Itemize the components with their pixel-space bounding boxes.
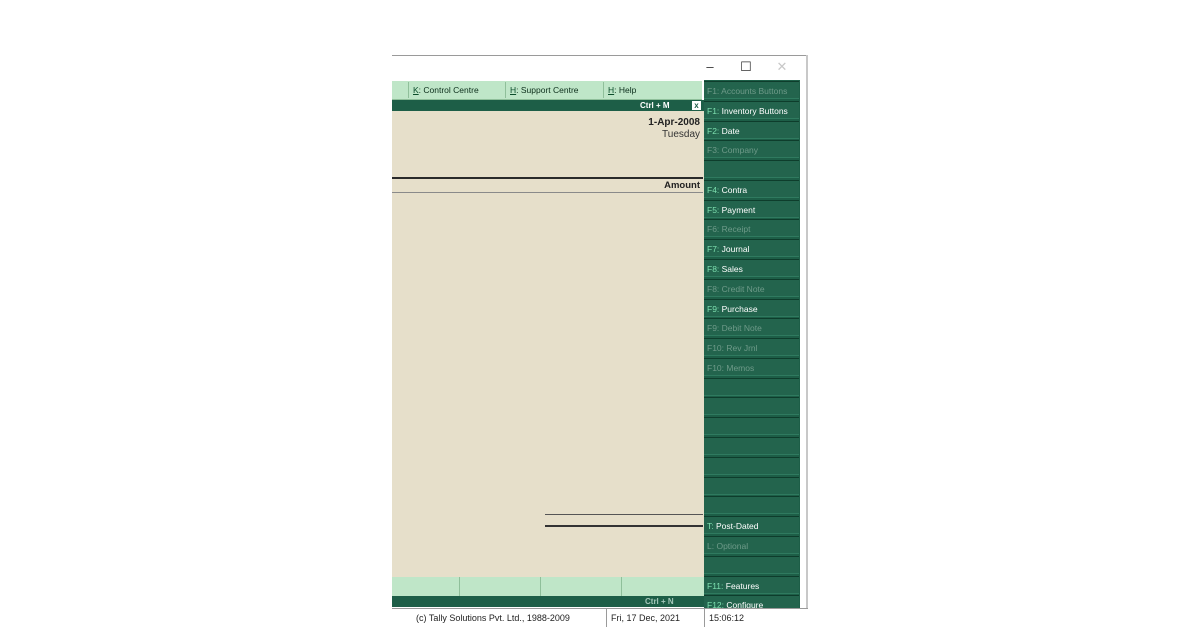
- side-button-empty: [704, 556, 799, 574]
- side-button-key: F5:: [707, 205, 720, 215]
- side-button-credit-note[interactable]: F8: Credit Note: [704, 279, 799, 297]
- button-separator: [621, 577, 622, 596]
- side-button-empty: [704, 397, 799, 415]
- divider: [392, 177, 703, 179]
- side-button-key: F9:: [707, 304, 720, 314]
- voucher-date[interactable]: 1-Apr-2008: [648, 117, 700, 128]
- side-button-empty: [704, 417, 799, 435]
- side-button-label: Journal: [719, 244, 750, 254]
- side-button-empty: [704, 160, 799, 178]
- button-separator: [540, 577, 541, 596]
- side-button-label: Post-Dated: [713, 521, 759, 531]
- side-button-sales[interactable]: F8: Sales: [704, 259, 799, 277]
- main-panel: [392, 111, 704, 577]
- side-button-empty: [704, 437, 799, 455]
- side-button-key: F1:: [707, 106, 720, 116]
- side-button-accounts-buttons[interactable]: F1: Accounts Buttons: [704, 81, 799, 99]
- side-button-key: F4:: [707, 185, 720, 195]
- menu-separator: [408, 82, 409, 98]
- side-button-label: Contra: [719, 185, 748, 195]
- side-button-empty: [704, 496, 799, 514]
- window-top-border: [392, 55, 808, 56]
- status-date: Fri, 17 Dec, 2021: [611, 613, 681, 623]
- total-line: [545, 514, 703, 515]
- side-button-key: T:: [707, 521, 714, 531]
- side-button-label: Purchase: [719, 304, 758, 314]
- side-button-empty: [704, 457, 799, 475]
- side-button-label: Sales: [719, 264, 743, 274]
- side-button-key: F1:: [707, 86, 720, 96]
- side-button-empty: [704, 378, 799, 396]
- side-button-label: Debit Note: [719, 323, 762, 333]
- ctrl-m-shortcut[interactable]: Ctrl + M: [640, 100, 688, 111]
- side-button-receipt[interactable]: F6: Receipt: [704, 219, 799, 237]
- side-button-label: Receipt: [719, 224, 751, 234]
- side-button-payment[interactable]: F5: Payment: [704, 200, 799, 218]
- side-button-inventory-buttons[interactable]: F1: Inventory Buttons: [704, 101, 799, 119]
- side-button-features[interactable]: F11: Features: [704, 576, 799, 594]
- side-button-journal[interactable]: F7: Journal: [704, 239, 799, 257]
- minimize-button[interactable]: –: [698, 58, 722, 76]
- menu-separator: [505, 82, 506, 98]
- side-button-contra[interactable]: F4: Contra: [704, 180, 799, 198]
- menu-support-centre[interactable]: H: Support Centre: [510, 81, 579, 99]
- menu-separator: [603, 82, 604, 98]
- side-button-label: Payment: [719, 205, 756, 215]
- side-button-label: Date: [719, 126, 740, 136]
- side-button-label: Memos: [724, 363, 755, 373]
- divider: [392, 192, 703, 193]
- side-button-key: F10:: [707, 343, 725, 353]
- bottom-button-bar: [392, 577, 704, 596]
- side-button-debit-note[interactable]: F9: Debit Note: [704, 318, 799, 336]
- menu-label: : Help: [614, 85, 637, 95]
- close-icon[interactable]: x: [692, 101, 701, 110]
- side-button-label: Accounts Buttons: [719, 86, 788, 96]
- side-button-label: Credit Note: [719, 284, 765, 294]
- side-button-key: F3:: [707, 145, 720, 155]
- side-button-company[interactable]: F3: Company: [704, 140, 799, 158]
- side-button-key: F11:: [707, 581, 724, 591]
- side-button-label: Features: [723, 581, 760, 591]
- side-button-label: Company: [719, 145, 759, 155]
- side-button-rev-jrnl[interactable]: F10: Rev Jrnl: [704, 338, 799, 356]
- side-button-optional[interactable]: L: Optional: [704, 536, 799, 554]
- ctrl-n-shortcut[interactable]: Ctrl + N: [645, 596, 693, 607]
- voucher-day: Tuesday: [662, 129, 700, 140]
- side-button-key: F8:: [707, 284, 720, 294]
- amount-column-header: Amount: [664, 180, 700, 191]
- side-button-key: F6:: [707, 224, 720, 234]
- maximize-button[interactable]: ☐: [734, 58, 758, 76]
- side-button-purchase[interactable]: F9: Purchase: [704, 299, 799, 317]
- window-right-border: [806, 55, 808, 628]
- side-button-label: Rev Jrnl: [724, 343, 758, 353]
- side-button-date[interactable]: F2: Date: [704, 121, 799, 139]
- side-button-label: Inventory Buttons: [719, 106, 788, 116]
- side-button-key: F10:: [707, 363, 725, 373]
- menu-label: : Support Centre: [516, 85, 579, 95]
- side-button-post-dated[interactable]: T: Post-Dated: [704, 516, 799, 534]
- side-button-key: F2:: [707, 126, 720, 136]
- side-button-empty: [704, 477, 799, 495]
- side-button-memos[interactable]: F10: Memos: [704, 358, 799, 376]
- button-separator: [459, 577, 460, 596]
- side-button-key: F9:: [707, 323, 720, 333]
- side-button-key: F8:: [707, 264, 720, 274]
- status-copyright: (c) Tally Solutions Pvt. Ltd., 1988-2009: [416, 613, 570, 623]
- close-button[interactable]: ✕: [770, 58, 794, 76]
- status-time: 15:06:12: [709, 613, 745, 623]
- total-line: [545, 525, 703, 527]
- side-button-key: F7:: [707, 244, 720, 254]
- menu-label: : Control Centre: [418, 85, 479, 95]
- side-button-label: Optional: [714, 541, 749, 551]
- menu-control-centre[interactable]: K: Control Centre: [413, 81, 479, 99]
- menu-help[interactable]: H: Help: [608, 81, 636, 99]
